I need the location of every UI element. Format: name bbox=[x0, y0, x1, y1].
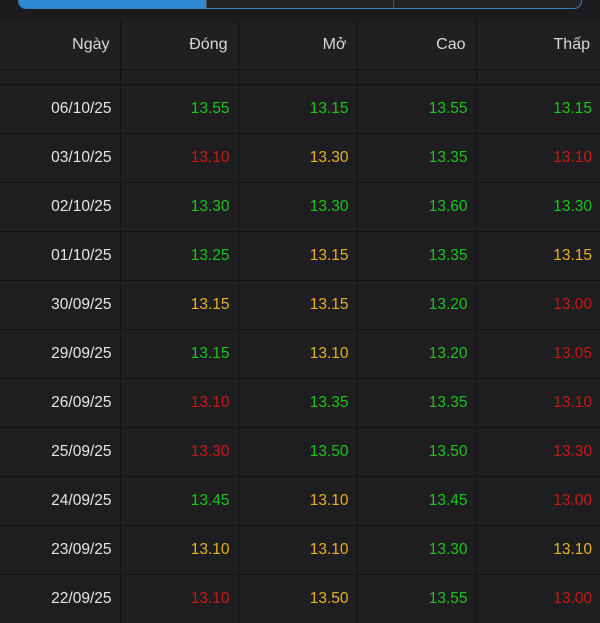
open-cell: 13.30 bbox=[237, 132, 357, 182]
low-cell: 13.30 bbox=[475, 426, 600, 476]
close-cell: 13.10 bbox=[119, 524, 238, 574]
close-cell: 13.45 bbox=[119, 475, 238, 525]
table-row[interactable]: 22/09/25 13.10 13.50 13.55 13.00 bbox=[0, 573, 600, 623]
close-cell: 13.30 bbox=[119, 181, 238, 231]
high-cell: 13.50 bbox=[356, 426, 476, 476]
table-row[interactable]: 29/09/25 13.15 13.10 13.20 13.05 bbox=[0, 328, 600, 378]
open-cell: 13.15 bbox=[237, 279, 357, 329]
table-row[interactable]: 26/09/25 13.10 13.35 13.35 13.10 bbox=[0, 377, 600, 427]
high-cell: 13.45 bbox=[356, 475, 476, 525]
low-cell: 13.15 bbox=[475, 230, 600, 280]
close-cell: 13.30 bbox=[119, 426, 238, 476]
table-row[interactable]: 30/09/25 13.15 13.15 13.20 13.00 bbox=[0, 279, 600, 329]
close-cell: 13.25 bbox=[119, 230, 238, 280]
date-cell: 24/09/25 bbox=[0, 475, 120, 525]
date-cell: 26/09/25 bbox=[0, 377, 120, 427]
price-history-table: Ngày Đóng Mở Cao Thấp 06/10/25 13.55 13.15… bbox=[0, 21, 600, 623]
open-cell: 13.10 bbox=[237, 475, 357, 525]
table-row[interactable]: 03/10/25 13.10 13.30 13.35 13.10 bbox=[0, 132, 600, 182]
date-cell: 02/10/25 bbox=[0, 181, 120, 231]
low-cell: 13.15 bbox=[475, 83, 600, 133]
segment-tab-2[interactable] bbox=[207, 0, 395, 8]
date-cell: 25/09/25 bbox=[0, 426, 120, 476]
open-cell: 13.10 bbox=[237, 328, 357, 378]
close-cell: 13.10 bbox=[119, 377, 238, 427]
table-row[interactable]: 23/09/25 13.10 13.10 13.30 13.10 bbox=[0, 524, 600, 574]
close-cell: 13.10 bbox=[119, 573, 238, 623]
date-cell: 30/09/25 bbox=[0, 279, 120, 329]
date-cell: 06/10/25 bbox=[0, 83, 120, 133]
low-cell: 13.00 bbox=[475, 279, 600, 329]
close-cell: 13.10 bbox=[119, 132, 238, 182]
low-cell: 13.10 bbox=[475, 524, 600, 574]
open-cell: 13.30 bbox=[237, 181, 357, 231]
open-cell: 13.50 bbox=[237, 573, 357, 623]
close-cell: 13.15 bbox=[119, 279, 238, 329]
date-cell: 01/10/25 bbox=[0, 230, 120, 280]
segment-tab-3[interactable] bbox=[394, 0, 581, 8]
low-cell: 13.10 bbox=[475, 132, 600, 182]
date-cell: 23/09/25 bbox=[0, 524, 120, 574]
low-cell: 13.30 bbox=[475, 181, 600, 231]
low-cell: 13.10 bbox=[475, 377, 600, 427]
low-cell: 13.00 bbox=[475, 573, 600, 623]
high-cell: 13.35 bbox=[356, 132, 476, 182]
open-cell: 13.35 bbox=[237, 377, 357, 427]
table-row[interactable]: 01/10/25 13.25 13.15 13.35 13.15 bbox=[0, 230, 600, 280]
date-cell: 03/10/25 bbox=[0, 132, 120, 182]
date-cell: 29/09/25 bbox=[0, 328, 120, 378]
table-header-row: Ngày Đóng Mở Cao Thấp bbox=[0, 21, 600, 69]
column-header-low[interactable]: Thấp bbox=[475, 21, 600, 69]
high-cell: 13.30 bbox=[356, 524, 476, 574]
open-cell: 13.15 bbox=[237, 83, 357, 133]
segment-tab-1[interactable] bbox=[19, 0, 207, 8]
low-cell: 13.00 bbox=[475, 475, 600, 525]
table-row-partial bbox=[0, 68, 600, 84]
high-cell: 13.35 bbox=[356, 377, 476, 427]
table-row[interactable]: 24/09/25 13.45 13.10 13.45 13.00 bbox=[0, 475, 600, 525]
high-cell: 13.20 bbox=[356, 328, 476, 378]
table-row[interactable]: 25/09/25 13.30 13.50 13.50 13.30 bbox=[0, 426, 600, 476]
column-header-close[interactable]: Đóng bbox=[119, 21, 238, 69]
high-cell: 13.60 bbox=[356, 181, 476, 231]
column-header-high[interactable]: Cao bbox=[356, 21, 476, 69]
high-cell: 13.35 bbox=[356, 230, 476, 280]
open-cell: 13.15 bbox=[237, 230, 357, 280]
close-cell: 13.15 bbox=[119, 328, 238, 378]
close-cell: 13.55 bbox=[119, 83, 238, 133]
high-cell: 13.55 bbox=[356, 83, 476, 133]
open-cell: 13.50 bbox=[237, 426, 357, 476]
table-row[interactable]: 02/10/25 13.30 13.30 13.60 13.30 bbox=[0, 181, 600, 231]
high-cell: 13.20 bbox=[356, 279, 476, 329]
table-row[interactable]: 06/10/25 13.55 13.15 13.55 13.15 bbox=[0, 83, 600, 133]
high-cell: 13.55 bbox=[356, 573, 476, 623]
date-cell: 22/09/25 bbox=[0, 573, 120, 623]
column-header-date[interactable]: Ngày bbox=[0, 21, 120, 69]
low-cell: 13.05 bbox=[475, 328, 600, 378]
column-header-open[interactable]: Mở bbox=[237, 21, 357, 69]
open-cell: 13.10 bbox=[237, 524, 357, 574]
segmented-control bbox=[18, 0, 582, 9]
